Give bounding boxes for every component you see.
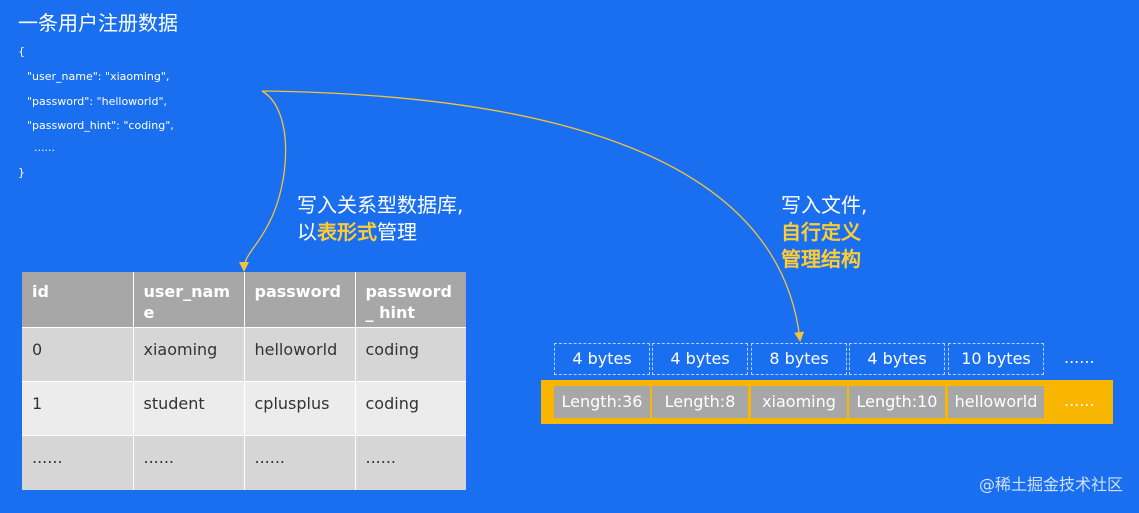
- file-field-cell: helloworld: [948, 386, 1044, 418]
- caption-database-line2: 以表形式管理: [297, 219, 463, 246]
- table-row: ...... ...... ...... ......: [22, 435, 466, 490]
- table-row: 0 xiaoming helloworld coding: [22, 327, 466, 382]
- caption-file-highlight1: 自行定义: [781, 220, 861, 244]
- table-cell: ......: [244, 435, 356, 490]
- byte-size-cell: 8 bytes: [751, 343, 847, 375]
- watermark: @稀土掘金技术社区: [978, 475, 1123, 494]
- arrow-to-database: [239, 90, 287, 272]
- table-cell: 0: [22, 327, 134, 382]
- byte-size-cell: 4 bytes: [652, 343, 748, 375]
- table-cell: student: [133, 381, 245, 436]
- table-row: 1 student cplusplus coding: [22, 381, 466, 436]
- table-cell: cplusplus: [244, 381, 356, 436]
- byte-size-cell: 10 bytes: [948, 343, 1044, 375]
- caption-file-highlight2: 管理结构: [781, 247, 861, 271]
- column-header-password: password: [244, 272, 356, 328]
- file-field-ellipsis: ......: [1064, 391, 1095, 410]
- caption-database-prefix: 以: [297, 220, 317, 244]
- table-header-row: id user_name password password_ hint: [22, 272, 466, 328]
- table-cell: coding: [355, 327, 466, 382]
- table-cell: ......: [355, 435, 466, 490]
- file-field-cell: Length:36: [554, 386, 650, 418]
- file-field-cell: Length:8: [652, 386, 748, 418]
- table-cell: helloworld: [244, 327, 356, 382]
- table-cell: ......: [22, 435, 134, 490]
- column-header-user-name: user_name: [133, 272, 245, 328]
- caption-database-highlight: 表形式: [317, 220, 377, 244]
- database-table: id user_name password password_ hint 0 x…: [22, 272, 466, 490]
- table-cell: xiaoming: [133, 327, 245, 382]
- byte-size-cell: 4 bytes: [849, 343, 945, 375]
- caption-database-suffix: 管理: [377, 220, 417, 244]
- caption-file-line1: 写入文件,: [781, 193, 868, 217]
- file-field-cell: xiaoming: [751, 386, 847, 418]
- caption-database: 写入关系型数据库, 以表形式管理: [297, 192, 463, 246]
- table-cell: 1: [22, 381, 134, 436]
- file-field-cell: Length:10: [849, 386, 945, 418]
- column-header-password-hint: password_ hint: [355, 272, 466, 328]
- table-cell: coding: [355, 381, 466, 436]
- caption-file: 写入文件, 自行定义 管理结构: [781, 192, 867, 273]
- byte-size-cell: 4 bytes: [554, 343, 650, 375]
- byte-size-ellipsis: ......: [1064, 348, 1095, 367]
- caption-database-line1: 写入关系型数据库,: [297, 193, 464, 217]
- table-cell: ......: [133, 435, 245, 490]
- column-header-id: id: [22, 272, 134, 328]
